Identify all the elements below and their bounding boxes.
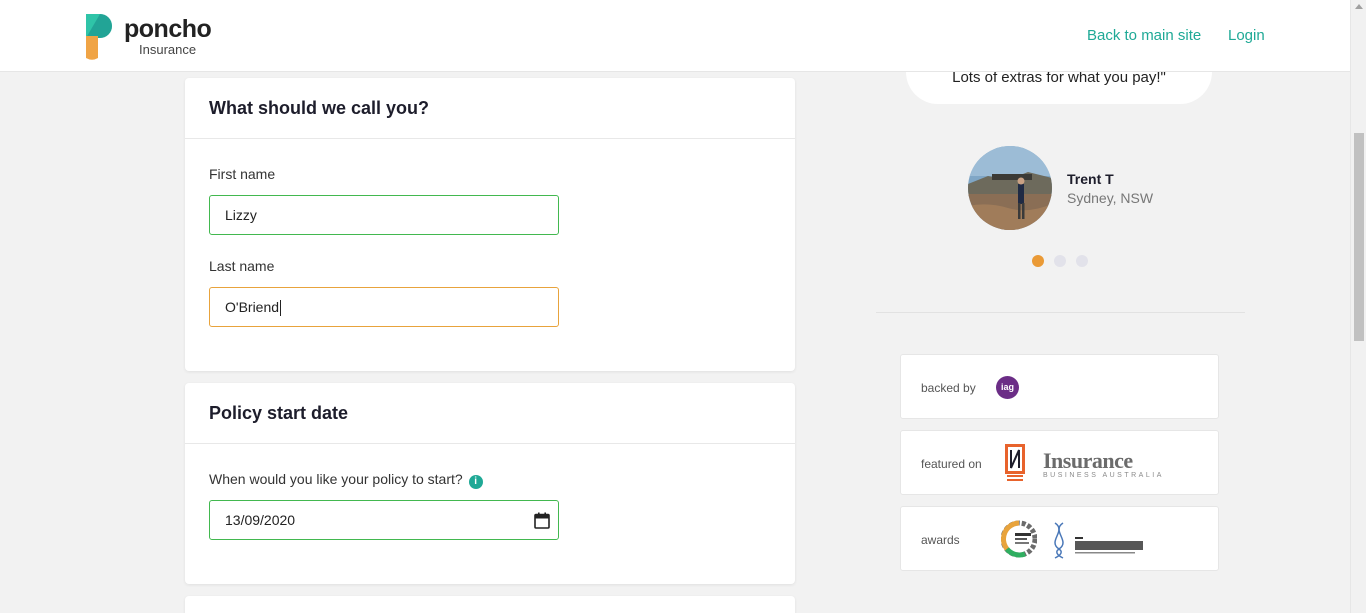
scroll-up-arrow-icon[interactable]	[1355, 4, 1363, 9]
reviewer-avatar	[968, 146, 1052, 230]
digital-insurer-logo-icon	[1054, 522, 1143, 559]
insurance-business-logo-text: Insurance	[1043, 448, 1133, 473]
name-card-title: What should we call you?	[185, 78, 795, 139]
reviewer-photo	[968, 146, 1052, 230]
policy-start-label: When would you like your policy to start…	[209, 471, 483, 489]
first-name-label: First name	[209, 166, 276, 182]
backed-by-box: backed by iag	[900, 354, 1219, 419]
page-scrollbar[interactable]	[1350, 0, 1366, 613]
reviewer-name: Trent T	[1067, 171, 1114, 187]
login-link[interactable]: Login	[1228, 27, 1265, 44]
insurance-business-logo: Insurance BUSINESS AUSTRALIA	[1043, 450, 1164, 480]
poncho-logo-mark-icon	[86, 14, 112, 60]
policy-start-card: Policy start date When would you like yo…	[185, 383, 795, 584]
poncho-logo[interactable]: poncho Insurance	[84, 12, 224, 62]
awards-box: awards	[900, 506, 1219, 571]
policy-start-title: Policy start date	[185, 383, 795, 444]
logo-subtitle: Insurance	[139, 42, 197, 57]
logo-wordmark: poncho	[124, 15, 212, 43]
insurance-business-logo-sub: BUSINESS AUSTRALIA	[1043, 472, 1164, 479]
info-icon[interactable]: i	[468, 475, 483, 489]
iag-logo: iag	[996, 376, 1019, 399]
celent-award-logo-icon	[1001, 520, 1037, 558]
first-name-field[interactable]: Lizzy	[209, 195, 559, 235]
policy-start-date-field[interactable]: 13/09/2020	[209, 500, 559, 540]
first-name-value: Lizzy	[225, 207, 257, 223]
carousel-dot-2[interactable]	[1054, 255, 1066, 267]
backed-by-label: backed by	[921, 381, 976, 395]
policy-start-label-text: When would you like your policy to start…	[209, 471, 463, 487]
policy-start-date-value: 13/09/2020	[225, 512, 296, 528]
carousel-dot-1[interactable]	[1032, 255, 1044, 267]
last-name-value: O'Briend	[225, 299, 280, 315]
insurance-news-logo-icon	[1005, 444, 1025, 481]
back-to-main-site-link[interactable]: Back to main site	[1087, 27, 1201, 44]
scrollbar-thumb[interactable]	[1354, 133, 1364, 341]
site-header: poncho Insurance Back to main site Login	[0, 0, 1350, 72]
awards-label: awards	[921, 533, 960, 547]
name-card: What should we call you? First name Lizz…	[185, 78, 795, 371]
section-divider	[876, 312, 1245, 313]
text-cursor	[280, 300, 282, 317]
featured-on-label: featured on	[921, 457, 982, 471]
calendar-icon[interactable]	[534, 512, 550, 529]
next-section-card	[185, 596, 795, 613]
reviewer-location: Sydney, NSW	[1067, 190, 1154, 206]
last-name-field[interactable]: O'Briend	[209, 287, 559, 327]
featured-on-box: featured on Insurance BUSINESS AUSTRALIA	[900, 430, 1219, 495]
last-name-label: Last name	[209, 258, 275, 274]
carousel-dot-3[interactable]	[1076, 255, 1088, 267]
